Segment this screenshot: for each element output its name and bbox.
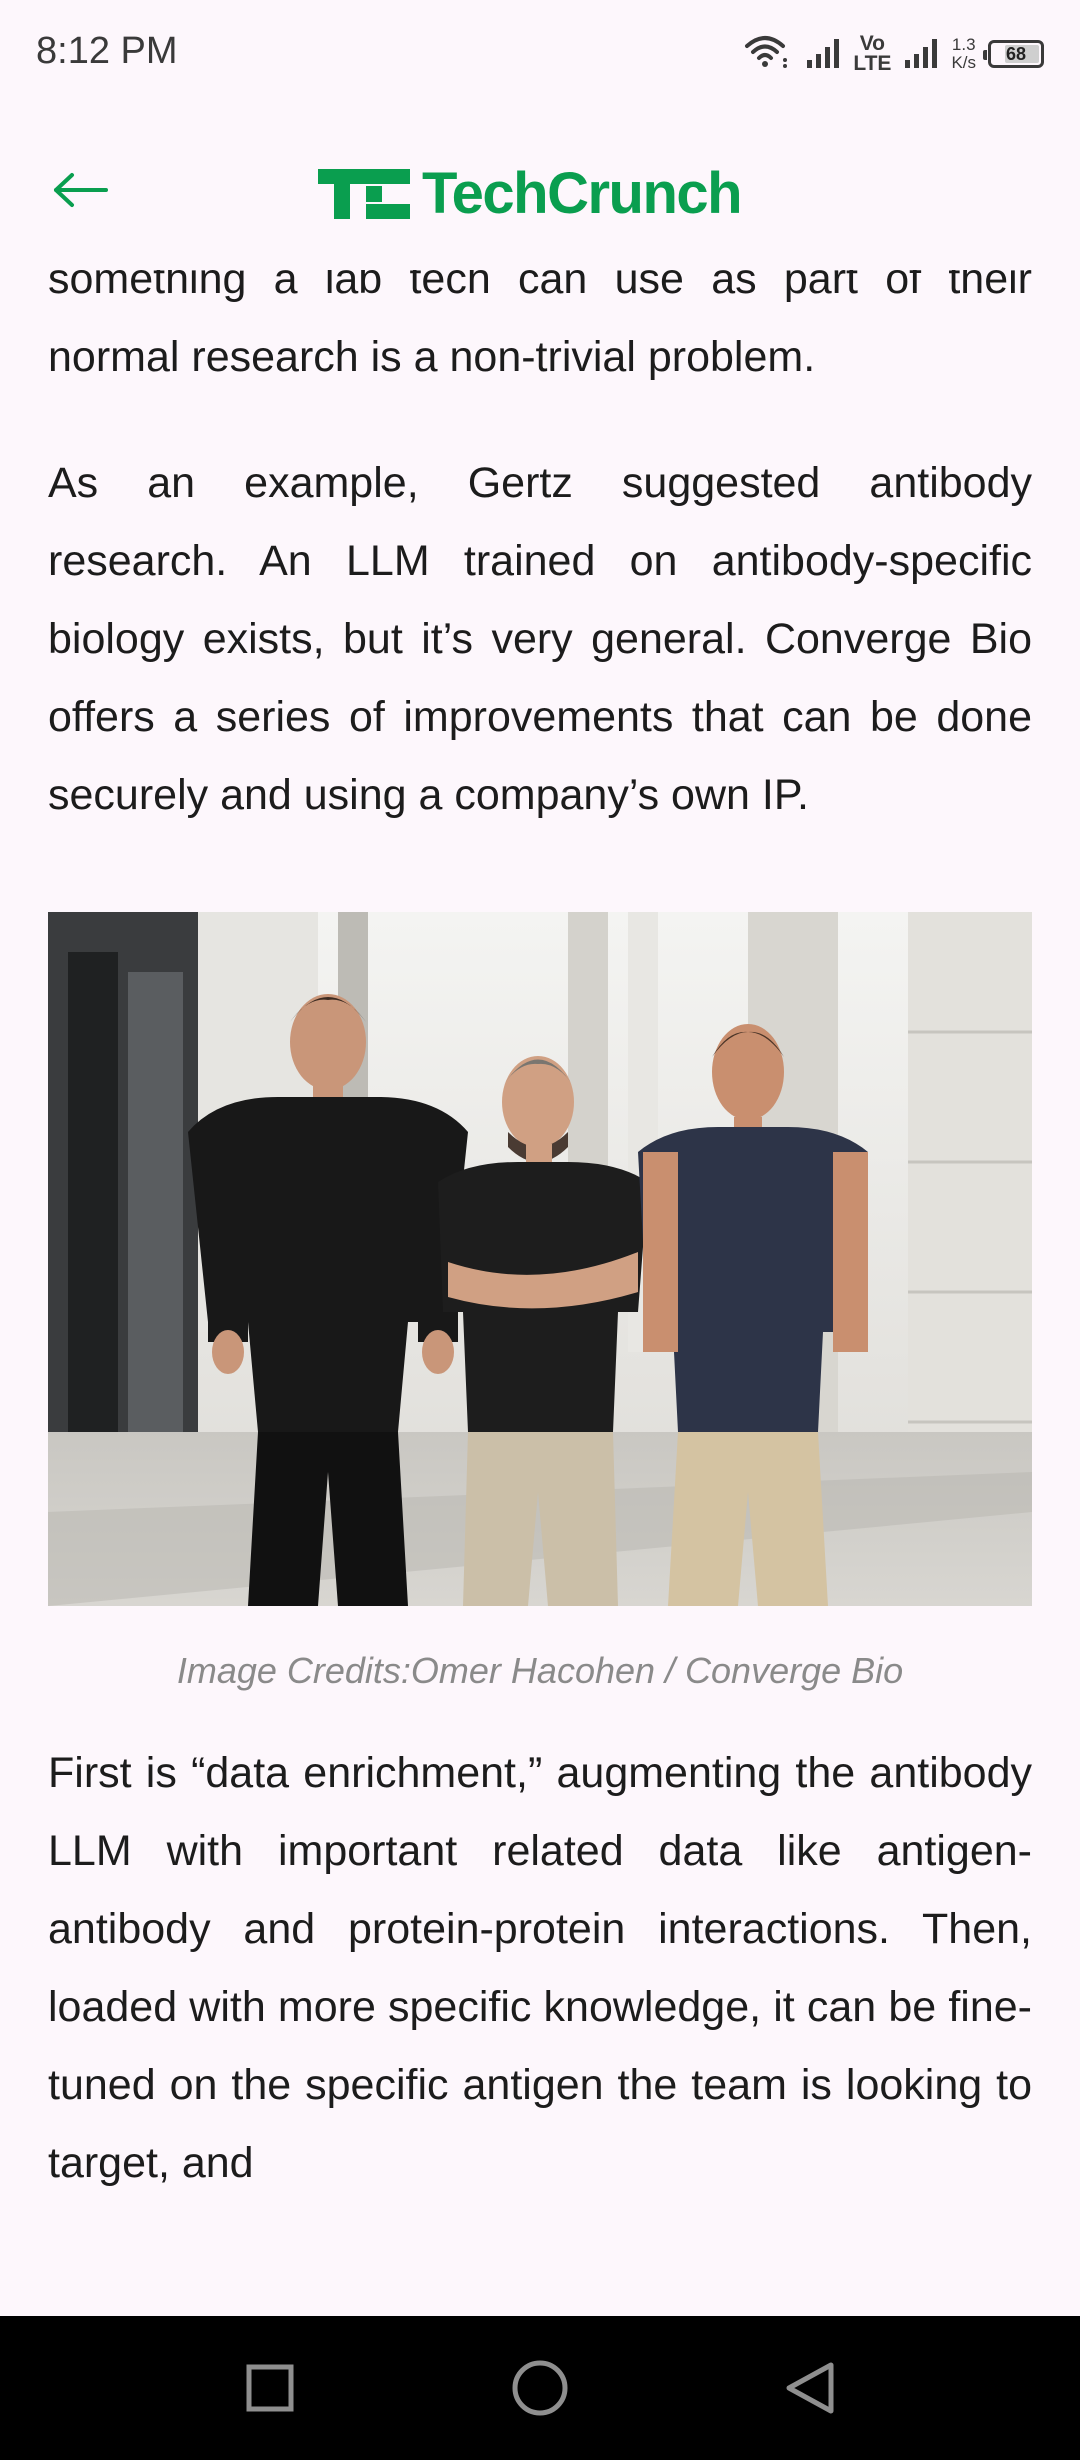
navigation-bar xyxy=(0,2316,1080,2460)
wifi-icon xyxy=(743,32,793,77)
triangle-back-icon xyxy=(786,2362,834,2414)
paragraph: First is “data enrichment,” augmenting t… xyxy=(48,1749,1032,2187)
techcrunch-logo[interactable]: TechCrunch xyxy=(318,160,743,227)
status-bar: 8:12 PM Vo LTE 1.3 K/s 68 xyxy=(0,0,1080,110)
network-speed-unit: K/s xyxy=(951,53,976,72)
network-speed-value: 1.3 xyxy=(951,35,976,54)
nav-back-button[interactable] xyxy=(675,2316,945,2460)
back-button[interactable] xyxy=(40,155,120,225)
app-header: TechCrunch xyxy=(0,110,1080,270)
battery-percent: 68 xyxy=(1005,43,1027,64)
recents-button[interactable] xyxy=(135,2316,405,2460)
founders-photo xyxy=(48,912,1032,1606)
signal-icon-1 xyxy=(805,34,841,75)
battery-icon: 68 xyxy=(983,40,1044,68)
network-speed: 1.3 K/s xyxy=(951,36,976,72)
article-image[interactable] xyxy=(48,912,1032,1606)
tc-logo-icon xyxy=(318,168,410,219)
arrow-left-icon xyxy=(54,173,108,207)
screen: 8:12 PM Vo LTE 1.3 K/s 68 TechCrunch som… xyxy=(0,0,1080,2460)
volte-indicator: Vo LTE xyxy=(853,32,892,75)
status-icons: Vo LTE 1.3 K/s 68 xyxy=(743,28,1044,80)
circle-icon xyxy=(512,2360,568,2416)
logo-text: TechCrunch xyxy=(422,161,743,226)
signal-icon-2 xyxy=(903,34,939,75)
paragraph: As an example, Gertz suggested antibody … xyxy=(48,459,1032,819)
article-body: something a lab tech can use as part of … xyxy=(48,240,1032,2202)
image-caption: Image Credits:Omer Hacohen / Converge Bi… xyxy=(176,1650,904,1691)
home-button[interactable] xyxy=(405,2316,675,2460)
status-time: 8:12 PM xyxy=(36,30,178,72)
square-icon xyxy=(246,2364,294,2412)
